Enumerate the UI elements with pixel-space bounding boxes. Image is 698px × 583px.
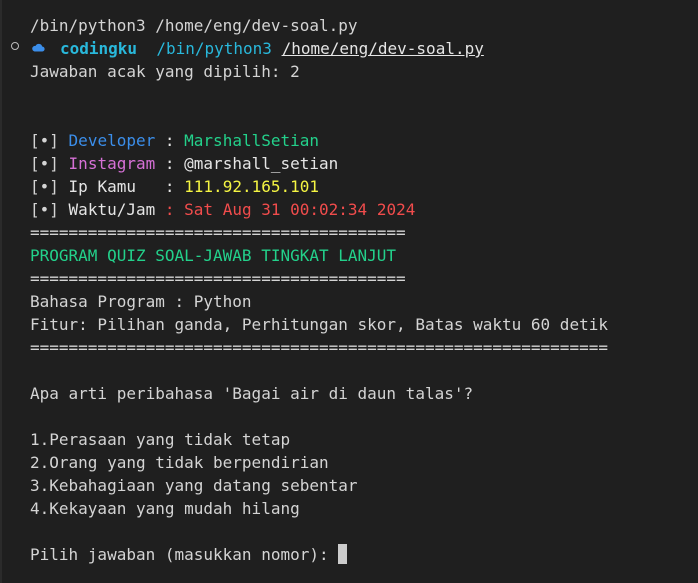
separator-long: ========================================… <box>30 338 608 357</box>
bullet: [•] <box>30 177 59 196</box>
bullet: [•] <box>30 200 59 219</box>
language-line: Bahasa Program : Python <box>30 292 252 311</box>
prompt-command-bin: /bin/python3 <box>156 39 272 58</box>
instagram-separator: : <box>155 154 185 173</box>
info-ip: [•] Ip Kamu : 111.92.165.101 <box>30 175 319 198</box>
developer-value: MarshallSetian <box>184 131 320 150</box>
bullet: [•] <box>30 131 59 150</box>
option-item: 2.Orang yang tidak berpendirian <box>30 453 329 472</box>
terminal-panel[interactable]: /bin/python3 /home/eng/dev-soal.py codin… <box>0 0 698 583</box>
prompt-user: codingku <box>60 39 138 58</box>
time-label: Waktu/Jam <box>68 200 156 219</box>
instagram-value: @marshall_setian <box>184 154 339 173</box>
separator-mid: ======================================= <box>30 269 406 288</box>
option-item: 4.Kekayaan yang mudah hilang <box>30 499 300 518</box>
bullet: [•] <box>30 154 59 173</box>
text-cursor[interactable] <box>338 544 348 564</box>
command-echo: /bin/python3 /home/eng/dev-soal.py <box>30 16 358 35</box>
info-time: [•] Waktu/Jam : Sat Aug 31 00:02:34 2024 <box>30 198 415 221</box>
time-separator: : <box>155 200 185 219</box>
time-value: Sat Aug 31 00:02:34 2024 <box>184 200 416 219</box>
separator-short: ======================================= <box>30 223 406 242</box>
ip-value: 111.92.165.101 <box>184 177 320 196</box>
circle-icon <box>11 42 19 50</box>
program-title: PROGRAM QUIZ SOAL-JAWAB TINGKAT LANJUT <box>30 246 397 265</box>
ip-label: Ip Kamu <box>68 177 156 196</box>
developer-separator: : <box>155 131 185 150</box>
prompt-line: codingku /bin/python3 /home/eng/dev-soal… <box>60 37 484 60</box>
cloud-icon <box>32 43 45 52</box>
question-text: Apa arti peribahasa 'Bagai air di daun t… <box>30 384 474 403</box>
features-line: Fitur: Pilihan ganda, Perhitungan skor, … <box>30 315 608 334</box>
developer-label: Developer <box>68 131 156 150</box>
ip-separator: : <box>155 177 185 196</box>
instagram-label: Instagram <box>68 154 156 173</box>
random-answer-line: Jawaban acak yang dipilih: 2 <box>30 62 300 81</box>
info-developer: [•] Developer : MarshallSetian <box>30 129 319 152</box>
info-instagram: [•] Instagram : @marshall_setian <box>30 152 338 175</box>
option-item: 1.Perasaan yang tidak tetap <box>30 430 291 449</box>
input-line[interactable]: Pilih jawaban (masukkan nomor): <box>30 543 348 566</box>
prompt-command-path[interactable]: /home/eng/dev-soal.py <box>282 39 484 58</box>
option-item: 3.Kebahagiaan yang datang sebentar <box>30 476 358 495</box>
input-prompt: Pilih jawaban (masukkan nomor): <box>30 545 339 564</box>
